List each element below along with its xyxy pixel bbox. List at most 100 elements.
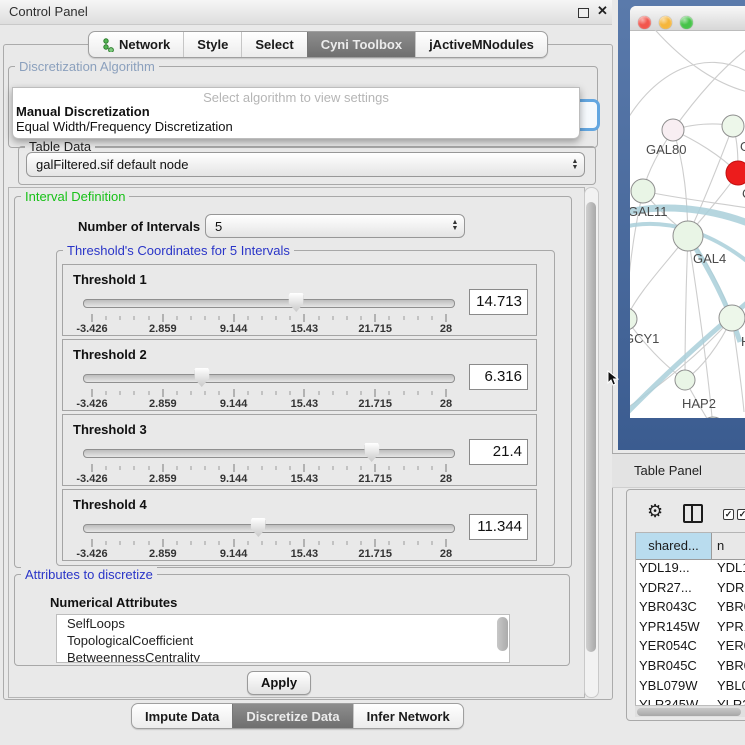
cell-name: YBL0 xyxy=(712,678,745,698)
network-edge[interactable] xyxy=(630,62,745,125)
attribute-item[interactable]: TopologicalCoefficient xyxy=(57,632,509,649)
tick-mark xyxy=(261,391,262,395)
tick-mark xyxy=(92,389,93,397)
numerical-attributes-list[interactable]: SelfLoopsTopologicalCoefficientBetweenne… xyxy=(56,614,510,663)
network-node-gal11[interactable] xyxy=(631,179,655,203)
table-row[interactable]: YDR27...YDR2 xyxy=(636,580,745,600)
tab-label: Cyni Toolbox xyxy=(321,37,402,52)
table-hscrollbar-thumb[interactable] xyxy=(637,708,741,716)
table-row[interactable]: YER054CYER0 xyxy=(636,638,745,658)
network-node[interactable] xyxy=(700,417,726,418)
tick-label: 28 xyxy=(440,323,452,335)
tick-mark xyxy=(389,466,390,470)
gear-icon[interactable]: ⚙ xyxy=(647,502,663,520)
tick-mark xyxy=(375,314,376,322)
float-window-icon[interactable] xyxy=(578,8,589,18)
popup-placeholder: Select algorithm to view settings xyxy=(13,90,579,105)
threshold-value-field[interactable]: 21.4 xyxy=(469,439,528,465)
attributes-list-scrollbar-thumb[interactable] xyxy=(497,617,508,651)
tab-select[interactable]: Select xyxy=(241,32,306,57)
cell-shared-name: YDR27... xyxy=(636,580,712,600)
tick-mark xyxy=(290,541,291,545)
popup-option[interactable]: Equal Width/Frequency Discretization xyxy=(16,119,233,134)
tab-network[interactable]: Network xyxy=(89,32,183,57)
slider-area xyxy=(92,518,446,538)
tab-discretize-data[interactable]: Discretize Data xyxy=(232,704,352,728)
tick-mark xyxy=(176,541,177,545)
threshold-value-field[interactable]: 6.316 xyxy=(469,364,528,390)
network-canvas[interactable]: GAL80GACGAL11GAL4GCY1HHAP2 xyxy=(630,30,745,418)
table-hscrollbar[interactable] xyxy=(635,705,745,717)
tick-mark xyxy=(92,464,93,472)
threshold-slider[interactable]: -3.4262.8599.14415.4321.71528 xyxy=(83,368,455,408)
threshold-slider[interactable]: -3.4262.8599.14415.4321.71528 xyxy=(83,293,455,333)
tick-mark xyxy=(389,541,390,545)
mac-close-button[interactable] xyxy=(638,16,651,29)
table-row[interactable]: YBR045CYBR0 xyxy=(636,658,745,678)
tab-jactivemnodules[interactable]: jActiveMNodules xyxy=(415,32,547,57)
tick-label: 21.715 xyxy=(358,548,392,560)
tick-mark xyxy=(446,539,447,547)
tick-label: -3.426 xyxy=(76,398,107,410)
checkbox-icon-1[interactable]: ✓ xyxy=(723,509,734,520)
attribute-item[interactable]: SelfLoops xyxy=(57,615,509,632)
settings-scrollbar-thumb[interactable] xyxy=(586,202,596,652)
popup-option[interactable]: Manual Discretization xyxy=(16,104,150,119)
tab-cyni-toolbox[interactable]: Cyni Toolbox xyxy=(307,32,415,57)
mac-zoom-button[interactable] xyxy=(680,16,693,29)
slider-thumb[interactable] xyxy=(251,518,266,537)
table-row[interactable]: YPR145WYPR1 xyxy=(636,619,745,639)
table-header-row: shared...n xyxy=(636,533,745,560)
threshold-slider[interactable]: -3.4262.8599.14415.4321.71528 xyxy=(83,443,455,483)
column-header-2[interactable]: n xyxy=(712,533,745,559)
slider-thumb[interactable] xyxy=(289,293,304,312)
cell-name: YER0 xyxy=(712,638,745,658)
tick-label: -3.426 xyxy=(76,548,107,560)
cell-shared-name: YER054C xyxy=(636,638,712,658)
table-data-combobox[interactable]: galFiltered.sif default node ▲▼ xyxy=(26,152,585,177)
number-of-intervals-spinner[interactable]: 5 ▲▼ xyxy=(205,214,465,238)
mac-minimize-button[interactable] xyxy=(659,16,672,29)
slider-thumb[interactable] xyxy=(194,368,209,387)
tick-mark xyxy=(403,391,404,395)
tab-style[interactable]: Style xyxy=(183,32,241,57)
table-row[interactable]: YBR043CYBR0 xyxy=(636,599,745,619)
network-node-ga[interactable] xyxy=(722,115,744,137)
tab-infer-network[interactable]: Infer Network xyxy=(353,704,463,728)
attribute-item[interactable]: BetweennessCentrality xyxy=(57,649,509,663)
network-node-hap2[interactable] xyxy=(675,370,695,390)
table-data-value: galFiltered.sif default node xyxy=(27,157,566,172)
tick-mark xyxy=(290,316,291,320)
split-columns-icon[interactable] xyxy=(683,504,703,523)
table-row[interactable]: YDL19...YDL1 xyxy=(636,560,745,580)
network-node-gcy1[interactable] xyxy=(630,308,637,330)
tick-mark xyxy=(332,391,333,395)
table-row[interactable]: YBL079WYBL0 xyxy=(636,678,745,698)
tick-mark xyxy=(346,316,347,320)
column-header-1[interactable]: shared... xyxy=(636,533,712,559)
node-table[interactable]: shared...n YDL19...YDL1YDR27...YDR2YBR04… xyxy=(635,532,745,706)
slider-thumb[interactable] xyxy=(364,443,379,462)
network-node-c[interactable] xyxy=(726,161,745,185)
network-window-titlebar[interactable] xyxy=(630,6,745,31)
tick-mark xyxy=(148,391,149,395)
tick-mark xyxy=(431,466,432,470)
tick-mark xyxy=(361,466,362,470)
checkbox-icon-2[interactable]: ✓ xyxy=(737,509,745,520)
tick-mark xyxy=(134,391,135,395)
tick-mark xyxy=(191,541,192,545)
network-node-gal80[interactable] xyxy=(662,119,684,141)
tab-impute-data[interactable]: Impute Data xyxy=(132,704,232,728)
threshold-value-field[interactable]: 14.713 xyxy=(469,289,528,315)
tick-mark xyxy=(375,464,376,472)
close-icon[interactable]: ✕ xyxy=(597,3,608,19)
tick-mark xyxy=(389,391,390,395)
network-node-gal4[interactable] xyxy=(673,221,703,251)
tick-label: 15.43 xyxy=(291,398,319,410)
threshold-slider[interactable]: -3.4262.8599.14415.4321.71528 xyxy=(83,518,455,558)
network-node-h[interactable] xyxy=(719,305,745,331)
network-edge[interactable] xyxy=(650,30,745,92)
apply-button[interactable]: Apply xyxy=(247,671,311,695)
tick-mark xyxy=(148,316,149,320)
threshold-value-field[interactable]: 11.344 xyxy=(469,514,528,540)
